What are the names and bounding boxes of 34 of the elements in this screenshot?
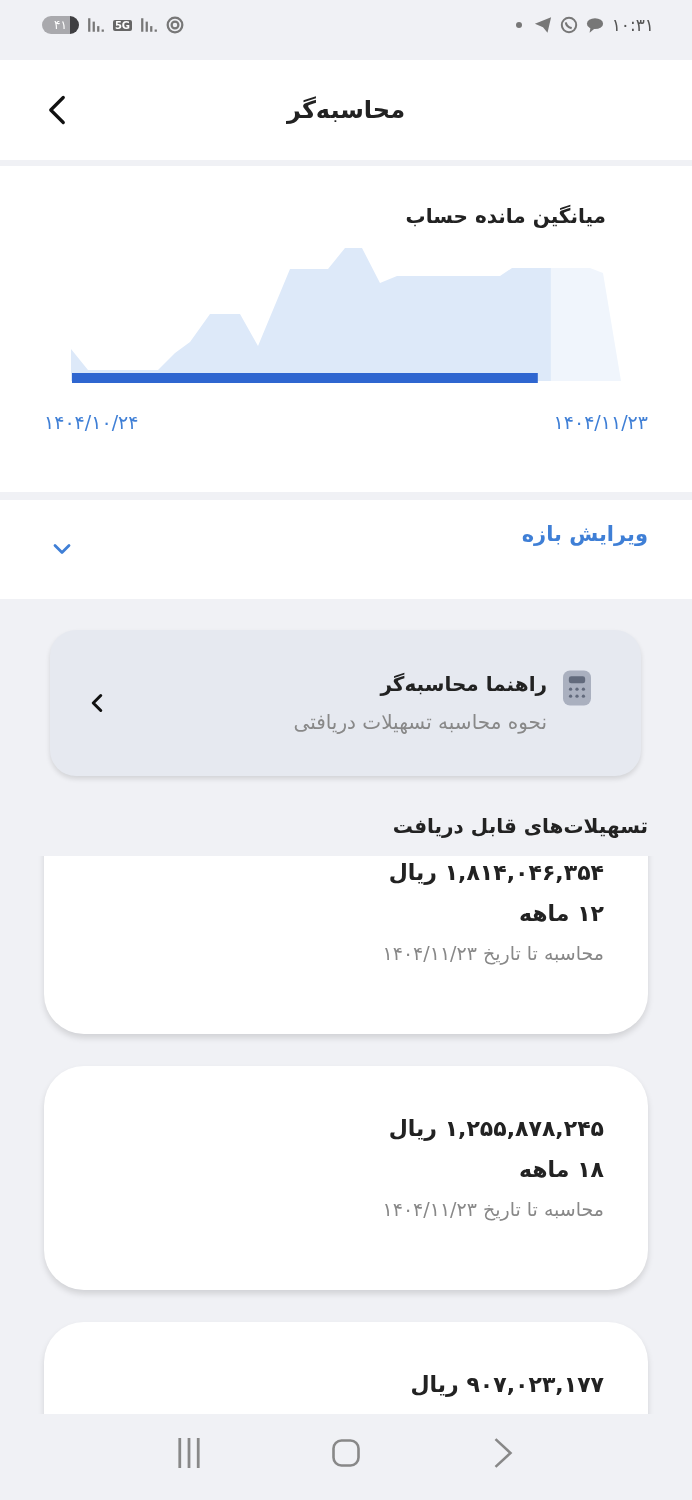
loan-amount: ۱,۸۱۴,۰۴۶,۳۵۴ ریال (387, 860, 604, 885)
calculation-date: محاسبه تا تاریخ ۱۴۰۴/۱۱/۲۳ (381, 942, 604, 964)
phone-chat-icon (559, 16, 578, 34)
calculator-icon (563, 669, 591, 707)
loan-card[interactable]: ۱,۸۱۴,۰۴۶,۳۵۴ ریال ۱۲ ماهه محاسبه تا تاریخ ۱۴۰۴/۱۱/۲۳ (44, 856, 648, 1034)
loan-term: ۱۸ ماهه (518, 1157, 604, 1182)
back-icon[interactable] (47, 95, 67, 125)
start-date: ۱۴۰۴/۱۰/۲۴ (44, 411, 139, 433)
calculation-date: محاسبه تا تاریخ ۱۴۰۴/۱۱/۲۳ (381, 1198, 604, 1220)
battery-indicator: ۴۱ (42, 16, 79, 34)
signal-icon (140, 16, 159, 34)
paper-plane-icon (533, 16, 552, 34)
loan-amount: ۱,۲۵۵,۸۷۸,۲۴۵ ریال (387, 1116, 604, 1141)
hotspot-icon (166, 16, 185, 34)
loan-card[interactable]: ۱,۲۵۵,۸۷۸,۲۴۵ ریال ۱۸ ماهه محاسبه تا تاریخ ۱۴۰۴/۱۱/۲۳ (44, 1066, 648, 1290)
loan-card[interactable]: ۹۰۷,۰۲۳,۱۷۷ ریال (44, 1322, 648, 1414)
guide-card[interactable]: راهنما محاسبه‌گر نحوه محاسبه تسهیلات دریافتی (50, 630, 641, 776)
chevron-left-icon (90, 693, 104, 713)
edit-range-toggle[interactable]: ویرایش بازه (521, 522, 648, 546)
network-label: 5G (112, 19, 133, 31)
notification-dot-icon (515, 22, 522, 28)
clock: ۱۰:۳۱ (611, 15, 654, 35)
loan-amount: ۹۰۷,۰۲۳,۱۷۷ ریال (409, 1372, 604, 1397)
end-date: ۱۴۰۴/۱۱/۲۳ (553, 411, 648, 433)
chevron-down-icon[interactable] (52, 542, 72, 556)
guide-subtitle: نحوه محاسبه تسهیلات دریافتی (292, 710, 547, 734)
loan-term: ۱۲ ماهه (518, 901, 604, 926)
chat-bubble-icon (585, 16, 604, 34)
section-title: تسهیلات‌های قابل دریافت (391, 813, 649, 840)
home-icon[interactable] (332, 1438, 360, 1468)
signal-icon (86, 16, 105, 34)
guide-title: راهنما محاسبه‌گر (378, 672, 547, 696)
chart-title: میانگین مانده حساب (404, 204, 607, 230)
page-title: محاسبه‌گر (287, 96, 405, 124)
